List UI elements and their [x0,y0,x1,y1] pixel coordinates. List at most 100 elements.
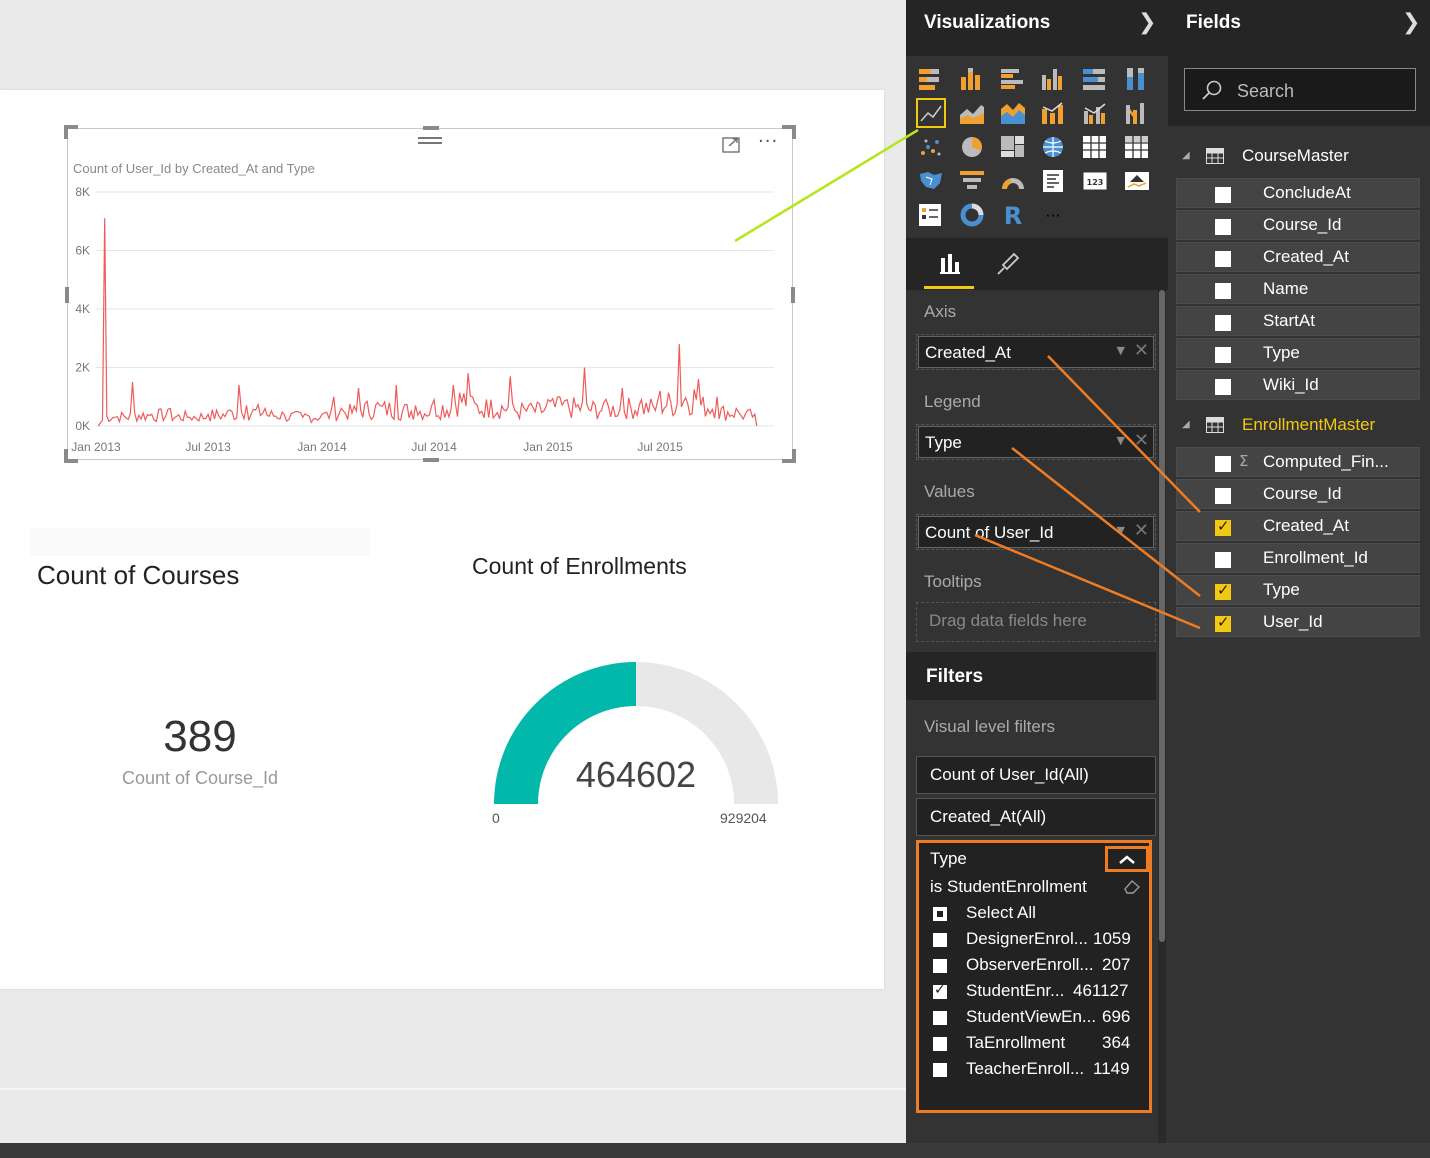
field-checkbox[interactable] [1215,187,1231,203]
funnel-icon[interactable] [957,166,987,196]
option-checkbox[interactable] [933,1063,947,1077]
field-checkbox-checked[interactable] [1215,517,1231,536]
card-icon[interactable]: 123 [1080,166,1110,196]
line-chart-icon[interactable] [916,98,946,128]
field-checkbox[interactable] [1215,379,1231,395]
search-input[interactable]: Search [1184,68,1416,111]
field-enrollmentmaster-enrollment-id[interactable]: Enrollment_Id [1176,543,1420,573]
field-coursemaster-type[interactable]: Type [1176,338,1420,368]
chevron-down-icon[interactable]: ▼ [1117,344,1125,357]
resize-handle-top[interactable] [423,126,439,130]
option-checkbox-checked[interactable] [933,982,947,999]
table-enrollmentmaster[interactable]: ◢ EnrollmentMaster [1168,411,1430,441]
matrix-icon[interactable] [1122,132,1152,162]
field-checkbox[interactable] [1215,219,1231,235]
field-enrollmentmaster-course-id[interactable]: Course_Id [1176,479,1420,509]
kpi-icon[interactable] [1122,166,1152,196]
table-icon[interactable] [1080,132,1110,162]
type-filter-field: Type [930,849,967,868]
filter-created-at[interactable]: Created_At(All) [916,798,1156,836]
field-checkbox-checked[interactable] [1215,581,1231,600]
100-stacked-column-chart-icon[interactable] [1122,64,1152,94]
multi-row-card-icon[interactable] [1038,166,1068,196]
field-coursemaster-wiki-id[interactable]: Wiki_Id [1176,370,1420,400]
collapse-fields-chevron-icon[interactable]: ❯ [1402,10,1420,35]
field-checkbox[interactable] [1215,347,1231,363]
more-options-icon[interactable]: ··· [758,131,778,152]
field-checkbox[interactable] [1215,283,1231,299]
more-visuals-icon[interactable]: ··· [1038,200,1068,230]
collapse-filter-button[interactable] [1105,846,1149,872]
treemap-icon[interactable] [998,132,1028,162]
filled-map-icon[interactable] [916,166,946,196]
field-enrollmentmaster-created-at[interactable]: Created_At [1176,511,1420,541]
stacked-bar-chart-icon[interactable] [916,64,946,94]
legend-well[interactable]: Type ▼ ✕ [916,424,1156,460]
format-tab[interactable] [994,252,1020,278]
filter-count-user-id[interactable]: Count of User_Id(All) [916,756,1156,794]
table-coursemaster[interactable]: ◢ CourseMaster [1168,142,1430,172]
chevron-down-icon[interactable]: ▼ [1117,524,1125,537]
values-well[interactable]: Count of User_Id ▼ ✕ [916,514,1156,550]
slicer-icon[interactable] [916,200,946,230]
field-checkbox-checked[interactable] [1215,613,1231,632]
drag-grip-icon[interactable] [418,137,442,147]
field-enrollmentmaster-user-id[interactable]: User_Id [1176,607,1420,637]
field-coursemaster-name[interactable]: Name [1176,274,1420,304]
option-checkbox[interactable] [933,933,947,947]
type-filter-card[interactable]: Type is StudentEnrollment Select All Des… [916,840,1152,1113]
100-stacked-bar-chart-icon[interactable] [1080,64,1110,94]
resize-handle-top-right[interactable] [782,125,796,139]
pane-scrollbar-thumb[interactable] [1159,290,1165,942]
field-enrollmentmaster-type[interactable]: Type [1176,575,1420,605]
select-all-checkbox[interactable] [933,907,947,921]
remove-field-icon[interactable]: ✕ [1134,430,1149,451]
field-coursemaster-concludeat[interactable]: ConcludeAt [1176,178,1420,208]
resize-handle-top-left[interactable] [64,125,78,139]
focus-mode-icon[interactable] [722,135,740,153]
stacked-column-chart-icon[interactable] [957,64,987,94]
line-chart-visual[interactable]: ··· Count of User_Id by Created_At and T… [64,125,796,463]
clustered-column-chart-icon[interactable] [1038,64,1068,94]
option-label: StudentViewEn... [966,1007,1097,1026]
field-checkbox[interactable] [1215,315,1231,331]
field-checkbox[interactable] [1215,552,1231,568]
chevron-down-icon[interactable]: ▼ [1117,434,1125,447]
svg-text:123: 123 [1087,178,1104,187]
collapse-visualizations-chevron-icon[interactable]: ❯ [1138,10,1156,35]
ribbon-chart-icon[interactable] [1122,98,1152,128]
option-checkbox[interactable] [933,1011,947,1025]
field-label: Enrollment_Id [1263,548,1368,567]
field-enrollmentmaster-computed-fin[interactable]: Σ Computed_Fin... [1176,447,1420,477]
courses-card-value: 389 [163,712,237,761]
option-checkbox[interactable] [933,1037,947,1051]
field-checkbox[interactable] [1215,456,1231,472]
clear-filter-eraser-icon[interactable] [1121,877,1143,895]
line-and-stacked-column-chart-icon[interactable] [1038,98,1068,128]
field-coursemaster-created-at[interactable]: Created_At [1176,242,1420,272]
area-chart-icon[interactable] [957,98,987,128]
line-and-clustered-column-chart-icon[interactable] [1080,98,1110,128]
field-checkbox[interactable] [1215,488,1231,504]
pie-chart-icon[interactable] [957,132,987,162]
fields-tab[interactable] [938,252,962,276]
stacked-area-chart-icon[interactable] [998,98,1028,128]
axis-well[interactable]: Created_At ▼ ✕ [916,334,1156,370]
tooltips-well[interactable]: Drag data fields here [916,602,1156,642]
map-icon[interactable] [1038,132,1068,162]
field-coursemaster-course-id[interactable]: Course_Id [1176,210,1420,240]
r-script-visual-icon[interactable]: R [998,200,1028,230]
gauge-max-label: 929204 [720,810,767,826]
field-coursemaster-startat[interactable]: StartAt [1176,306,1420,336]
field-checkbox[interactable] [1215,251,1231,267]
option-count: 1149 [1093,1059,1130,1078]
expand-triangle-icon[interactable]: ◢ [1182,150,1190,161]
clustered-bar-chart-icon[interactable] [998,64,1028,94]
gauge-icon[interactable] [998,166,1028,196]
remove-field-icon[interactable]: ✕ [1134,520,1149,541]
donut-chart-icon[interactable] [957,200,987,230]
remove-field-icon[interactable]: ✕ [1134,340,1149,361]
scatter-chart-icon[interactable] [916,132,946,162]
expand-triangle-icon[interactable]: ◢ [1182,419,1190,430]
option-checkbox[interactable] [933,959,947,973]
